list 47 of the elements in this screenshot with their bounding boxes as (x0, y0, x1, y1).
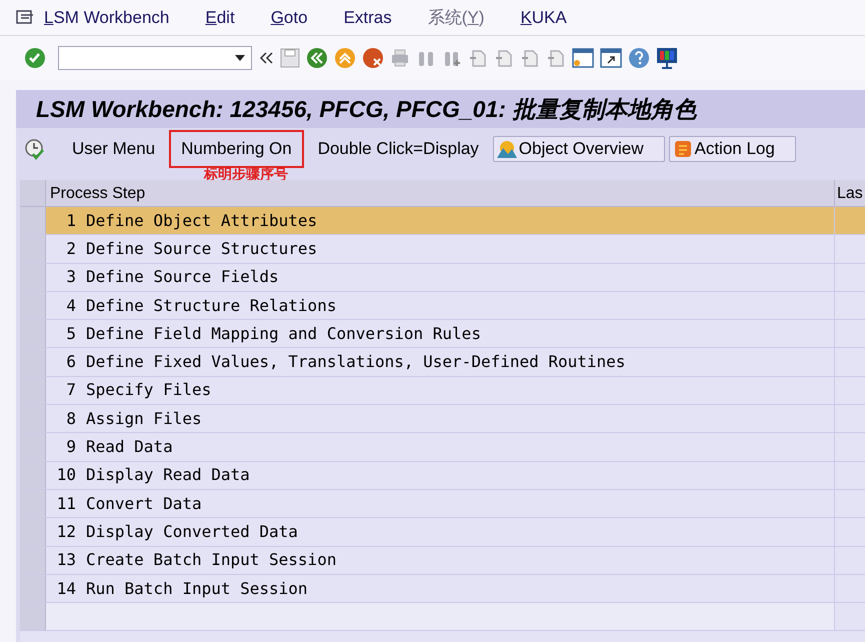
row-selector[interactable] (20, 462, 46, 489)
caret-icon[interactable] (235, 55, 245, 61)
row-selector[interactable] (20, 433, 46, 461)
shortcut-window-icon[interactable] (600, 48, 622, 68)
process-step-cell[interactable]: 1 Define Object Attributes (46, 207, 835, 234)
row-selector[interactable] (20, 264, 46, 291)
command-field[interactable] (58, 46, 252, 70)
table-cell (835, 207, 865, 234)
toolbar-button[interactable]: Object Overview (492, 136, 664, 162)
toolbar-button[interactable]: Numbering On (169, 130, 304, 168)
help-icon[interactable] (628, 47, 650, 69)
back-icon[interactable] (306, 47, 328, 69)
menu-item[interactable]: Extras (344, 4, 392, 30)
row-selector[interactable] (20, 490, 46, 518)
menu-icon[interactable] (16, 8, 36, 26)
row-selector[interactable] (20, 603, 46, 630)
column-header[interactable]: Process Step (46, 180, 835, 206)
row-selector[interactable] (20, 348, 46, 376)
screen-title: LSM Workbench: 123456, PFCG, PFCG_01: 批量复制本地角色 (36, 94, 696, 124)
row-selector[interactable] (20, 518, 46, 546)
toolbar-button[interactable]: Double Click=Display (306, 130, 491, 168)
menu-item[interactable]: KUKA (520, 4, 567, 30)
menu-item[interactable]: Goto (270, 4, 308, 30)
row-selector[interactable] (20, 320, 46, 348)
row-selector[interactable] (20, 376, 46, 404)
row-selector[interactable] (20, 405, 46, 432)
menu-item[interactable]: LSM Workbench (44, 4, 170, 30)
row-selector[interactable] (20, 207, 46, 234)
clock-check-icon[interactable] (24, 138, 46, 160)
new-window-icon[interactable] (572, 48, 594, 68)
print-icon[interactable] (390, 48, 410, 68)
row-selector[interactable] (20, 546, 46, 574)
menu-item[interactable]: Edit (205, 4, 235, 30)
double-chevron-icon[interactable] (258, 51, 274, 65)
row-selector[interactable] (20, 235, 46, 263)
column-header[interactable]: Las (835, 180, 865, 206)
toolbar-button[interactable]: Action Log (668, 136, 796, 162)
exit-icon[interactable] (334, 47, 356, 69)
toolbar-button[interactable]: User Menu (60, 130, 168, 168)
cancel-icon[interactable] (362, 47, 384, 69)
check-icon[interactable] (24, 47, 46, 69)
row-selector[interactable] (20, 292, 46, 320)
monitor-icon[interactable] (656, 47, 678, 69)
select-all-cell[interactable] (20, 180, 46, 206)
save-icon[interactable] (280, 48, 300, 68)
mountain-icon (496, 139, 518, 159)
row-selector[interactable] (20, 574, 46, 602)
